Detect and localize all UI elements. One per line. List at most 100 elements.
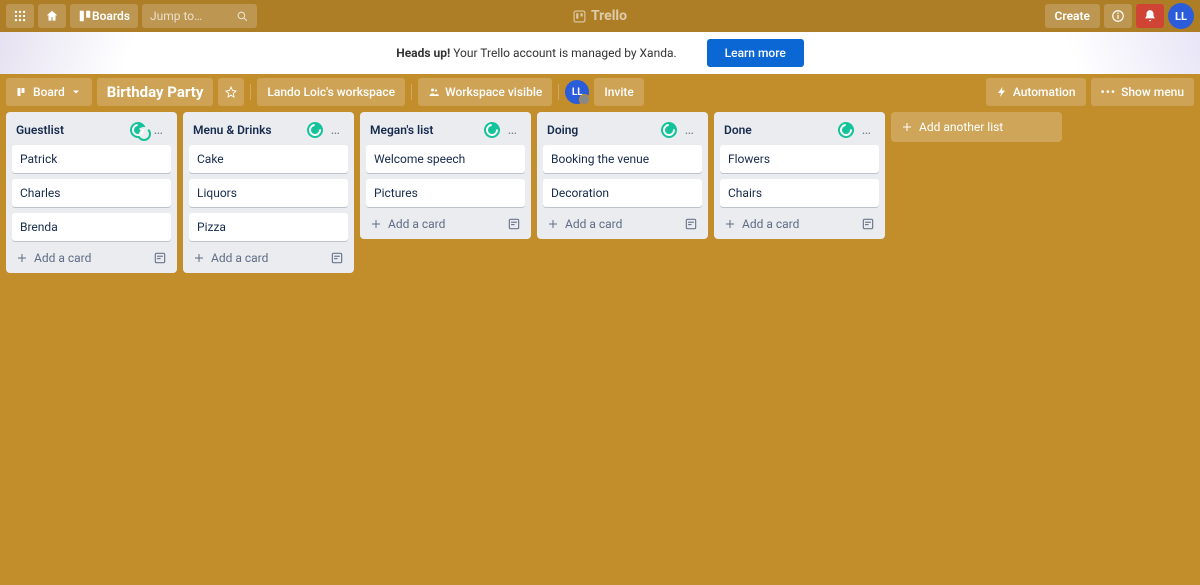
add-card-button[interactable]: Add a card (370, 217, 507, 231)
card[interactable]: Welcome speech (366, 145, 525, 173)
star-icon (225, 86, 237, 98)
list-footer: Add a card (189, 247, 348, 267)
add-card-label: Add a card (388, 217, 445, 231)
card[interactable]: Liquors (189, 179, 348, 207)
template-icon[interactable] (507, 217, 521, 231)
card[interactable]: Patrick (12, 145, 171, 173)
list-menu-button[interactable]: … (150, 121, 167, 139)
board-icon (16, 86, 28, 98)
list-header: Guestlist … (12, 118, 171, 145)
grammarly-icon (661, 122, 677, 138)
list-header-actions: … (661, 121, 698, 139)
add-list-label: Add another list (919, 120, 1003, 134)
list-title[interactable]: Menu & Drinks (193, 123, 272, 137)
bolt-icon (996, 86, 1008, 98)
grammarly-icon (130, 122, 146, 138)
invite-button[interactable]: Invite (594, 78, 644, 106)
user-avatar[interactable]: LL (1168, 3, 1194, 29)
info-button[interactable] (1104, 4, 1132, 28)
list-header: Done … (720, 118, 879, 145)
card[interactable]: Charles (12, 179, 171, 207)
template-icon[interactable] (861, 217, 875, 231)
workspace-button[interactable]: Lando Loic's workspace (257, 78, 405, 106)
card[interactable]: Decoration (543, 179, 702, 207)
banner-message: Your Trello account is managed by Xanda. (450, 46, 676, 60)
grammarly-icon (484, 122, 500, 138)
plus-icon (724, 218, 736, 230)
divider (558, 84, 559, 100)
dots-icon: ••• (1101, 85, 1117, 99)
visibility-button[interactable]: Workspace visible (418, 78, 552, 106)
grammarly-icon (838, 122, 854, 138)
add-card-button[interactable]: Add a card (16, 251, 153, 265)
add-card-label: Add a card (565, 217, 622, 231)
add-card-label: Add a card (34, 251, 91, 265)
plus-icon (193, 252, 205, 264)
card[interactable]: Flowers (720, 145, 879, 173)
show-menu-button[interactable]: ••• Show menu (1091, 78, 1194, 106)
plus-icon (370, 218, 382, 230)
member-avatar[interactable]: LL (565, 80, 589, 104)
boards-button[interactable]: Boards (70, 4, 138, 28)
add-card-button[interactable]: Add a card (193, 251, 330, 265)
notifications-button[interactable] (1136, 4, 1164, 28)
banner-text: Heads up! Your Trello account is managed… (396, 46, 676, 60)
template-icon[interactable] (153, 251, 167, 265)
list-title[interactable]: Megan's list (370, 123, 433, 137)
search-placeholder: Jump to… (150, 9, 236, 23)
boards-label: Boards (92, 9, 130, 23)
list-header: Megan's list … (366, 118, 525, 145)
board-header: Board Birthday Party Lando Loic's worksp… (0, 74, 1200, 110)
banner-strong: Heads up! (396, 46, 450, 60)
home-button[interactable] (38, 4, 66, 28)
home-icon (45, 9, 59, 23)
list-footer: Add a card (720, 213, 879, 233)
add-card-button[interactable]: Add a card (547, 217, 684, 231)
create-button[interactable]: Create (1045, 4, 1100, 28)
list: Menu & Drinks … Cake Liquors Pizza Add a card (183, 112, 354, 273)
list-header-actions: … (838, 121, 875, 139)
star-button[interactable] (218, 78, 244, 106)
visibility-label: Workspace visible (445, 85, 542, 99)
list-title[interactable]: Guestlist (16, 123, 64, 137)
automation-button[interactable]: Automation (986, 78, 1086, 106)
add-list-button[interactable]: Add another list (891, 112, 1062, 142)
list: Guestlist … Patrick Charles Brenda Add a card (6, 112, 177, 273)
global-header: Boards Jump to… Trello Create LL (0, 0, 1200, 32)
search-input[interactable]: Jump to… (142, 4, 257, 28)
list-header: Menu & Drinks … (189, 118, 348, 145)
plus-icon (901, 121, 913, 133)
template-icon[interactable] (684, 217, 698, 231)
list-title[interactable]: Done (724, 123, 752, 137)
grammarly-icon (307, 122, 323, 138)
learn-more-button[interactable]: Learn more (707, 39, 804, 67)
board-view-label: Board (33, 85, 65, 99)
list-menu-button[interactable]: … (504, 121, 521, 139)
card[interactable]: Pictures (366, 179, 525, 207)
board-title[interactable]: Birthday Party (97, 78, 214, 106)
list-header: Doing … (543, 118, 702, 145)
card[interactable]: Chairs (720, 179, 879, 207)
board-canvas[interactable]: Guestlist … Patrick Charles Brenda Add a card… (0, 110, 1200, 585)
card[interactable]: Pizza (189, 213, 348, 241)
list: Megan's list … Welcome speech Pictures Add a… (360, 112, 531, 239)
plus-icon (547, 218, 559, 230)
list-menu-button[interactable]: … (681, 121, 698, 139)
divider (250, 84, 251, 100)
list-menu-button[interactable]: … (327, 121, 344, 139)
show-menu-label: Show menu (1121, 85, 1184, 99)
template-icon[interactable] (330, 251, 344, 265)
add-card-button[interactable]: Add a card (724, 217, 861, 231)
list-menu-button[interactable]: … (858, 121, 875, 139)
card[interactable]: Booking the venue (543, 145, 702, 173)
card[interactable]: Brenda (12, 213, 171, 241)
list-header-actions: … (484, 121, 521, 139)
chevron-down-icon (70, 86, 82, 98)
list-header-actions: … (307, 121, 344, 139)
board-view-button[interactable]: Board (6, 78, 92, 106)
list-title[interactable]: Doing (547, 123, 578, 137)
header-right: Create LL (1045, 3, 1194, 29)
apps-button[interactable] (6, 4, 34, 28)
card[interactable]: Cake (189, 145, 348, 173)
app-logo[interactable]: Trello (573, 8, 627, 24)
